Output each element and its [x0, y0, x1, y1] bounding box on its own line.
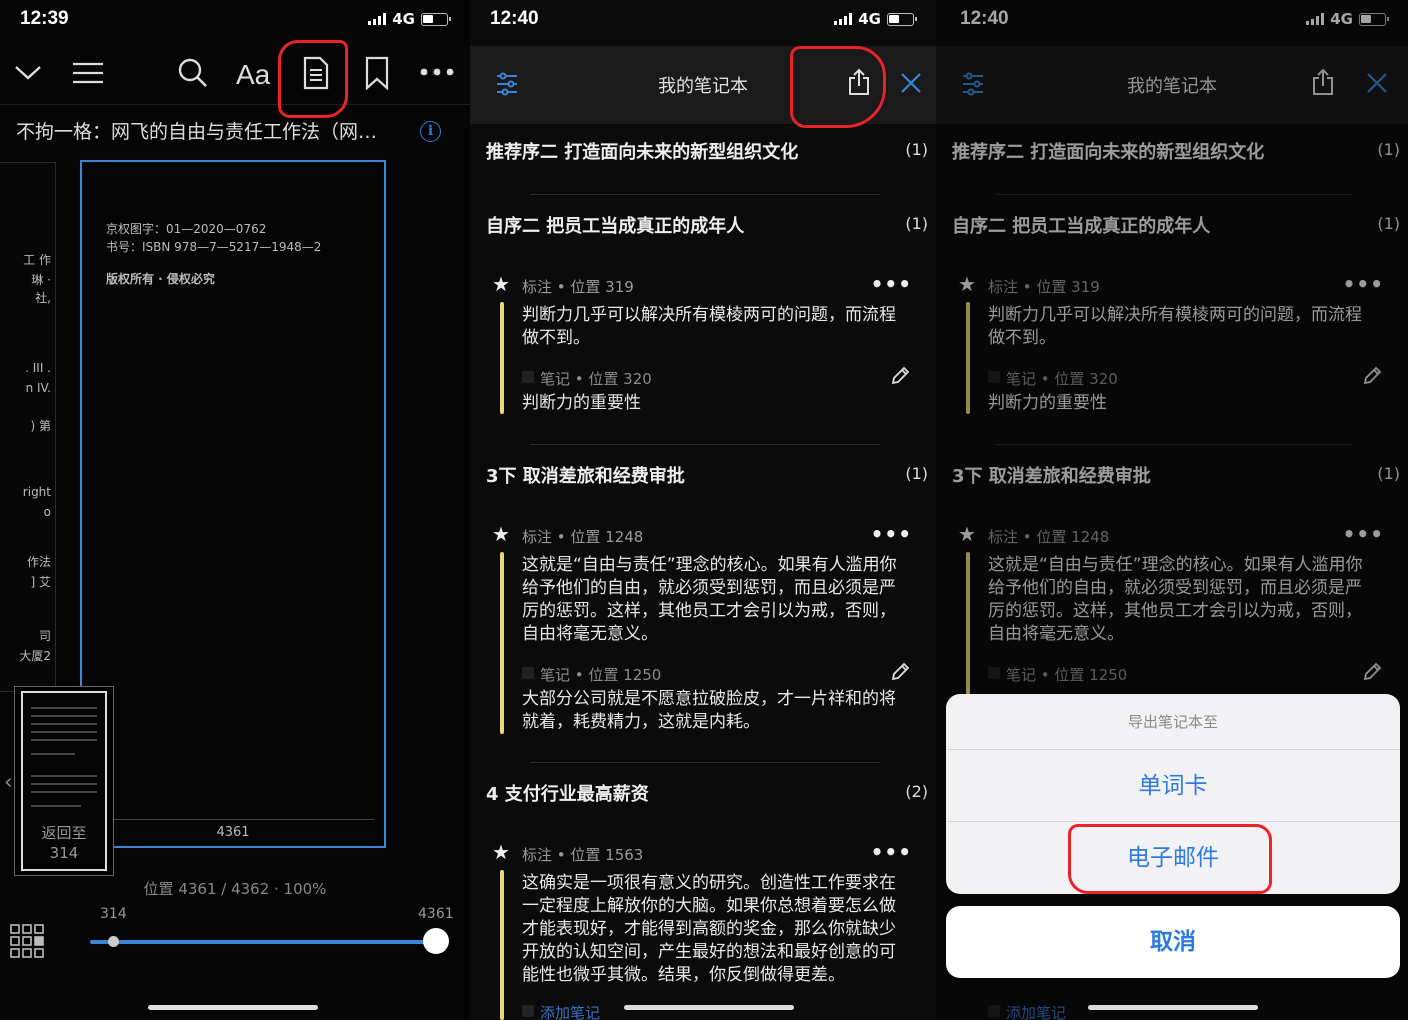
grid-view-icon[interactable]	[10, 924, 44, 958]
status-time: 12:39	[20, 8, 69, 29]
more-icon[interactable]	[420, 68, 454, 76]
page-number: 4361	[216, 825, 250, 840]
return-to-thumbnail[interactable]: 返回至 314	[14, 686, 114, 876]
highlight-text[interactable]: 这确实是一项很有意义的研究。创造性工作要求在一定程度上解放你的大脑。如果你总想着…	[522, 872, 902, 987]
battery-icon	[887, 12, 917, 26]
chevron-left-icon[interactable]: ‹	[4, 770, 13, 795]
page-line: 书号：ISBN 978—7—5217—1948—2	[106, 240, 322, 254]
slider-min-label: 314	[100, 906, 127, 922]
note-text[interactable]: 大部分公司就是不愿意拉破脸皮，才一片祥和的将就着，耗费精力，这就是内耗。	[522, 688, 902, 734]
home-indicator	[148, 1005, 318, 1010]
page-divider	[98, 819, 374, 820]
section-header[interactable]: 推荐序二 打造面向未来的新型组织文化 (1)	[486, 128, 928, 168]
book-title-bar: 不拘一格：网飞的自由与责任工作法（网… i	[0, 104, 470, 154]
return-to-label: 返回至	[41, 824, 87, 842]
status-bar: 12:40 4G	[470, 0, 936, 40]
slider-knob[interactable]	[423, 928, 449, 954]
page-fragment: right	[22, 485, 51, 499]
page-fragment: 琳 ·	[31, 273, 51, 287]
close-icon[interactable]	[900, 72, 922, 94]
note-text[interactable]: 判断力的重要性	[522, 392, 902, 415]
signal-icon	[834, 13, 853, 25]
reader-panel: 12:39 4G Aa 不拘一格：网飞的自由与责任工作法（网… i 工 作 琳 …	[0, 0, 470, 1020]
page-line: 京权图字：01—2020—0762	[106, 222, 267, 236]
font-settings-icon[interactable]: Aa	[236, 58, 274, 88]
page-fragment: n IV.	[25, 381, 51, 395]
location-text: 位置 4361 / 4362 · 100%	[143, 880, 327, 898]
star-icon: ★	[492, 272, 510, 296]
export-sheet-title: 导出笔记本至	[946, 694, 1400, 750]
page-fragment: 工 作	[23, 253, 51, 267]
highlight-text[interactable]: 判断力几乎可以解决所有模棱两可的问题，而流程做不到。	[522, 304, 902, 350]
search-icon[interactable]	[178, 58, 208, 88]
return-to-page: 314	[49, 844, 79, 862]
flashcards-option[interactable]: 单词卡	[946, 750, 1400, 822]
home-indicator	[624, 1005, 794, 1010]
progress-slider[interactable]	[90, 928, 449, 954]
status-bar: 12:39 4G	[0, 0, 470, 40]
star-icon: ★	[492, 840, 510, 864]
return-marker	[108, 936, 119, 947]
signal-icon	[368, 13, 387, 25]
add-note-link[interactable]: 添加笔记	[521, 1002, 600, 1020]
section-header[interactable]: 4 支付行业最高薪资 (2)	[486, 770, 928, 810]
section-header[interactable]: 3下 取消差旅和经费审批 (1)	[486, 452, 928, 492]
more-icon[interactable]: •••	[871, 840, 912, 864]
info-icon[interactable]: i	[420, 121, 441, 142]
page-fragment: . III .	[25, 361, 51, 375]
more-icon[interactable]: •••	[871, 522, 912, 546]
page-fragment: 大厦2	[19, 649, 51, 663]
notebook-header: 我的笔记本	[470, 46, 936, 124]
page-fragment: ) 第	[30, 419, 52, 433]
page-fragment: ] 艾	[30, 575, 52, 589]
notebook-export-panel: 12:40 4G 我的笔记本 推荐序二 打造面向未来的新型组织文化 (1) 自序二…	[936, 0, 1408, 1020]
page-line: 版权所有 · 侵权必究	[106, 272, 215, 286]
menu-icon[interactable]	[72, 62, 104, 84]
section-header[interactable]: 自序二 把员工当成真正的成年人 (1)	[486, 202, 928, 242]
home-indicator	[1088, 1005, 1258, 1010]
book-title: 不拘一格：网飞的自由与责任工作法（网…	[16, 121, 378, 143]
notebook-icon[interactable]	[302, 56, 330, 90]
edit-pencil-icon[interactable]	[890, 366, 910, 386]
previous-page-preview[interactable]: 工 作 琳 · 社, . III . n IV. ) 第 right o 作法 …	[0, 162, 56, 692]
current-page[interactable]: 京权图字：01—2020—0762 书号：ISBN 978—7—5217—194…	[80, 160, 386, 848]
battery-icon	[421, 12, 451, 26]
network-type: 4G	[858, 10, 881, 28]
reader-toolbar: Aa	[0, 46, 470, 102]
notebook-panel: 12:40 4G 我的笔记本 推荐序二 打造面向未来的新型组织文化 (1) 自序二…	[470, 0, 936, 1020]
status-time: 12:40	[490, 8, 539, 29]
page-fragment: o	[43, 505, 51, 519]
cancel-button[interactable]: 取消	[946, 906, 1400, 978]
more-icon[interactable]: •••	[871, 272, 912, 296]
bookmark-icon[interactable]	[364, 56, 390, 90]
network-type: 4G	[392, 10, 415, 28]
chevron-down-icon[interactable]	[14, 64, 42, 82]
svg-text:Aa: Aa	[236, 59, 271, 88]
slider-max-label: 4361	[418, 906, 454, 922]
page-fragment: 社,	[35, 291, 51, 305]
export-action-sheet: 导出笔记本至 单词卡 电子邮件	[946, 694, 1400, 894]
highlight-text[interactable]: 这就是“自由与责任”理念的核心。如果有人滥用你给予他们的自由，就必须受到惩罚，而…	[522, 554, 902, 646]
star-icon: ★	[492, 522, 510, 546]
page-fragment: 司	[38, 629, 51, 643]
page-fragment: 作法	[26, 555, 51, 569]
share-icon[interactable]	[848, 68, 870, 96]
email-option[interactable]: 电子邮件	[946, 822, 1400, 894]
edit-pencil-icon[interactable]	[890, 662, 910, 682]
